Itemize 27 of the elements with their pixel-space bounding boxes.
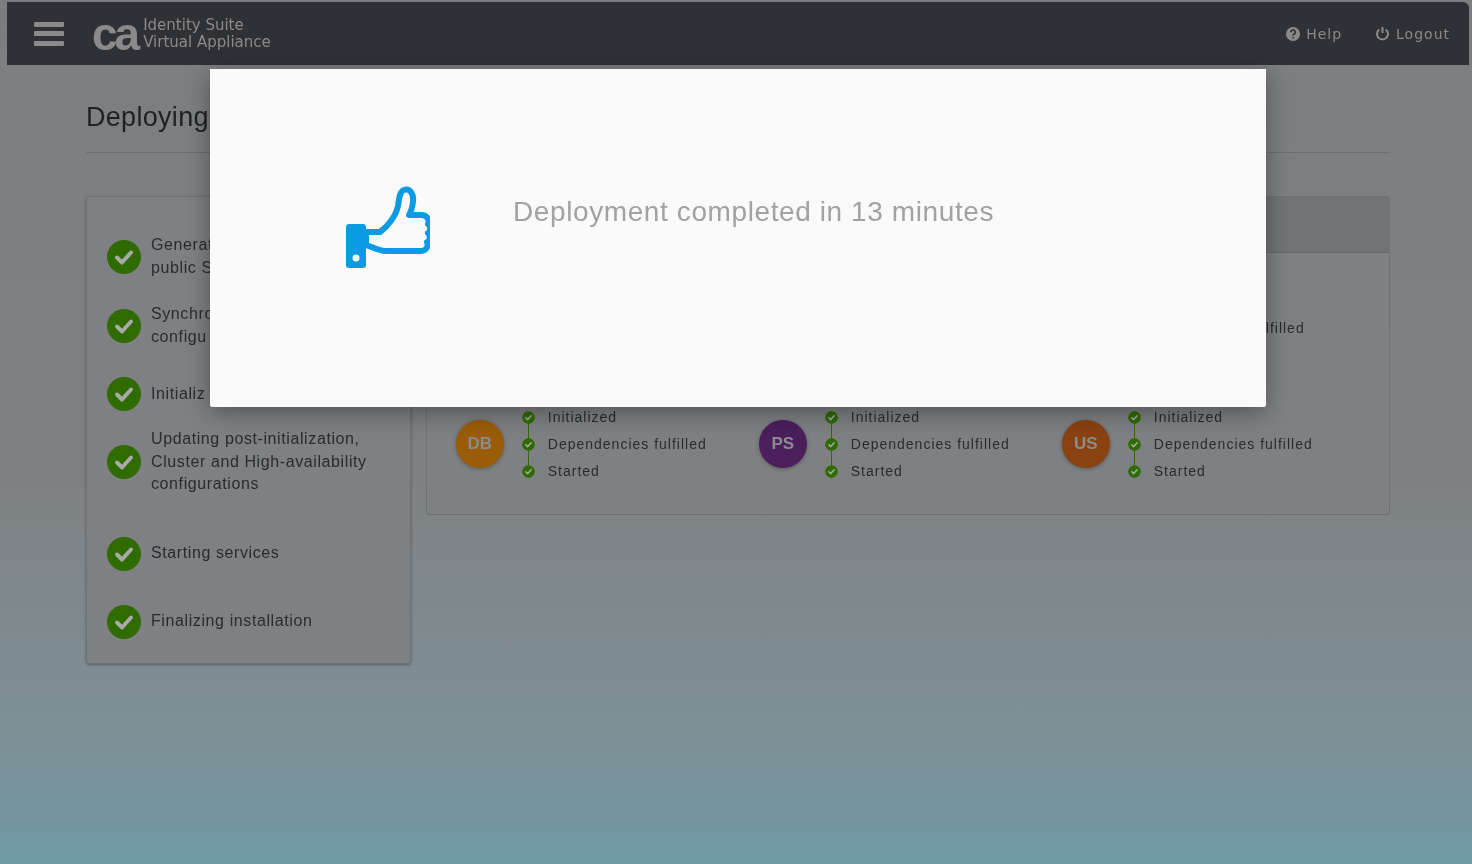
status-label: Initialized (1153, 409, 1224, 425)
service-avatar: DB (455, 420, 504, 468)
status-label: Dependencies fulfilled (547, 436, 707, 452)
status-label: Initialized (547, 409, 618, 425)
menu-icon[interactable] (34, 21, 64, 46)
brand-subtitle: Virtual Appliance (143, 33, 271, 51)
step-label: Updating post-initialization, Cluster and High-availability configurations (151, 429, 367, 494)
question-icon (1286, 26, 1301, 41)
page-title: Deploying (86, 101, 209, 134)
status-label: Started (547, 463, 600, 479)
status-label: Dependencies fulfilled (850, 436, 1010, 452)
power-icon (1375, 26, 1391, 41)
logo: ca (92, 10, 138, 57)
status-label: lfilled (1265, 320, 1306, 338)
step-label: Finalizing installation (151, 611, 313, 632)
service-avatar: PS (758, 420, 807, 468)
status-label: Started (850, 463, 903, 479)
step-label: Starting services (151, 543, 280, 564)
nav-link[interactable]: Help (1286, 25, 1343, 42)
status-label: Started (1153, 463, 1206, 479)
completion-message: Deployment completed in 13 minutes (513, 196, 995, 228)
brand-name: Identity Suite (143, 16, 245, 34)
status-label: Initialized (850, 409, 921, 425)
nav-link[interactable]: Logout (1375, 25, 1450, 42)
step-label: Initializ (151, 383, 206, 404)
status-label: Dependencies fulfilled (1153, 436, 1313, 452)
service-avatar: US (1061, 420, 1110, 468)
